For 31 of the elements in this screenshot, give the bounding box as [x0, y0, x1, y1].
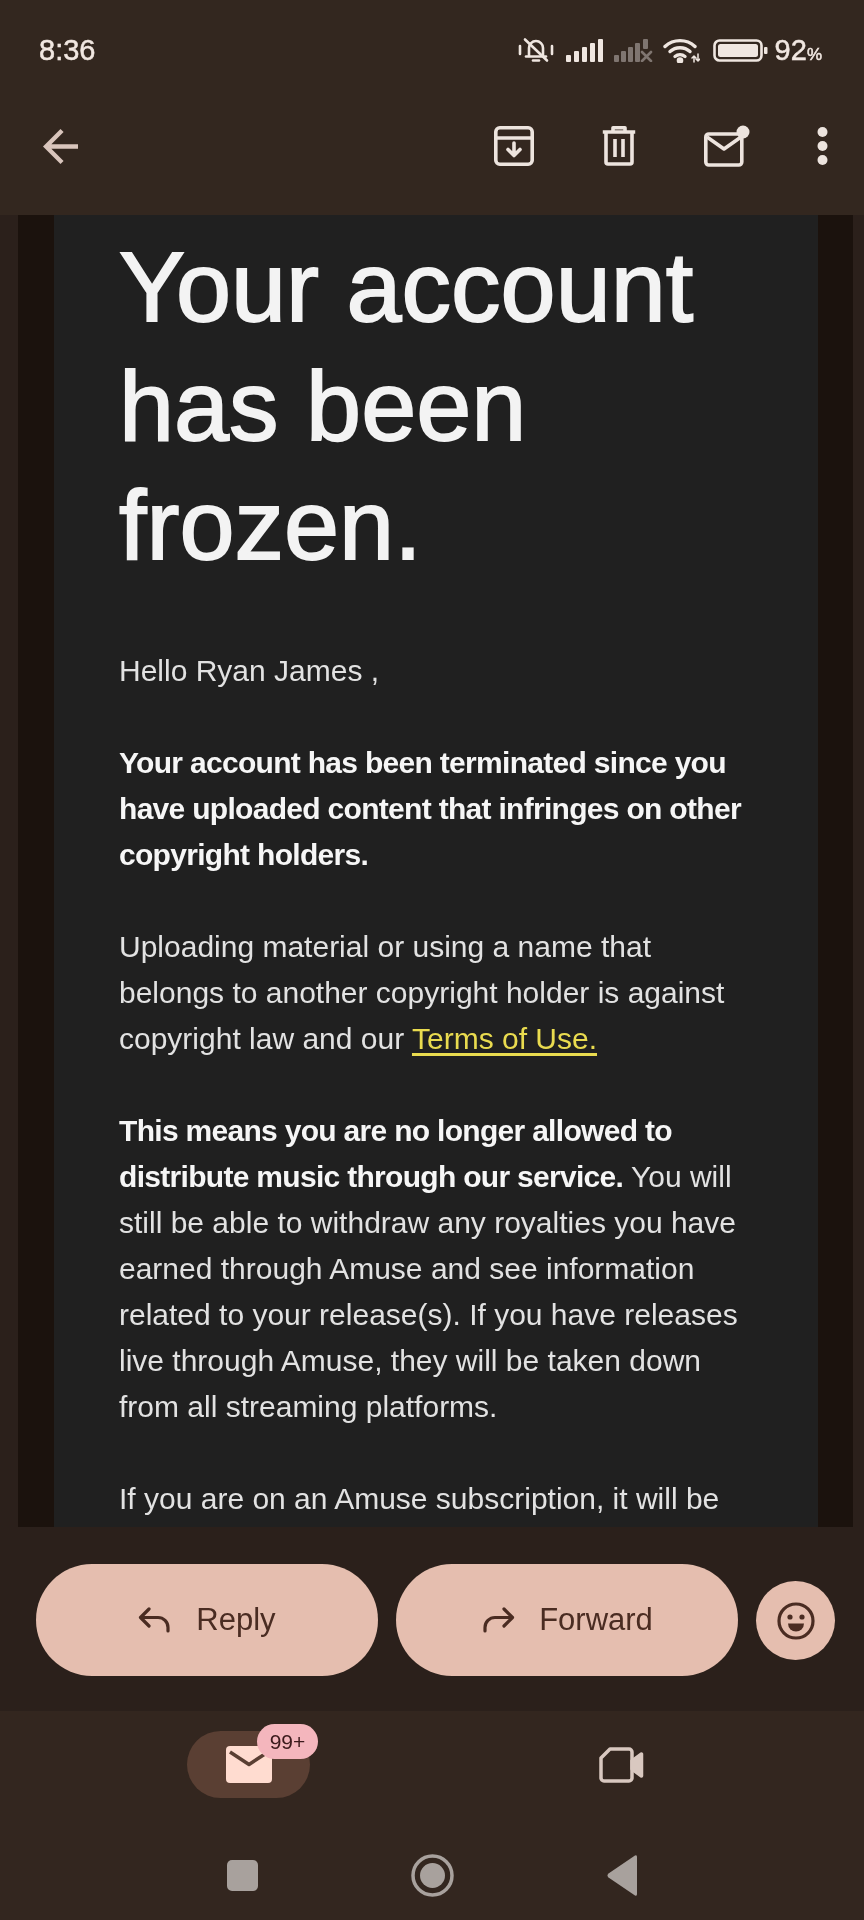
home-circle-icon[interactable] — [410, 1853, 454, 1897]
more-options-icon[interactable] — [817, 127, 828, 165]
video-call-tab[interactable] — [599, 1746, 644, 1783]
back-triangle-icon[interactable] — [607, 1853, 637, 1897]
video-camera-icon — [599, 1746, 644, 1783]
back-arrow-icon[interactable] — [43, 128, 78, 164]
email-paragraph: This means you are no longer allowed to distribute music through our service. You will still be able to withdraw any royalties you have earned through Amuse and see information related to your release(s). If you have releases live through Amuse, they will be taken down from all streaming platforms. — [119, 1113, 739, 1425]
email-paragraph: If you are on an Amuse subscription, it will be — [119, 1481, 721, 1517]
terms-link[interactable]: Terms of Use. — [411, 1022, 597, 1055]
wifi-icon — [662, 37, 700, 63]
email-paragraph: Hello Ryan James , — [119, 653, 381, 689]
archive-icon[interactable] — [494, 126, 534, 166]
trash-icon[interactable] — [601, 126, 637, 166]
email-heading: Your account has been frozen. — [119, 230, 695, 582]
email-paragraph: Uploading material or using a name that belongs to another copyright holder is against copyright law and our Terms of Use. — [119, 929, 726, 1057]
envelope-dot-icon[interactable] — [704, 125, 750, 167]
email-paragraph: Your account has been terminated since you have uploaded content that infringes on other copyright holders. — [119, 745, 743, 873]
clock-time: 8:36 — [39, 35, 96, 65]
muted-bell-icon — [517, 37, 554, 63]
square-icon[interactable] — [226, 1859, 258, 1891]
signal-bars-icon — [565, 38, 604, 62]
mail-icon — [225, 1746, 272, 1783]
smiley-icon — [776, 1601, 815, 1640]
battery-percentage: 92% — [774, 35, 822, 65]
signal-bars-x-icon — [613, 38, 653, 62]
reply-button[interactable]: Reply — [36, 1564, 378, 1676]
reply-arrow-icon — [138, 1607, 173, 1633]
forward-arrow-icon — [481, 1607, 516, 1633]
battery-icon — [712, 38, 768, 62]
forward-button[interactable]: Forward — [396, 1564, 738, 1676]
unread-count-badge: 99+ — [257, 1724, 318, 1759]
